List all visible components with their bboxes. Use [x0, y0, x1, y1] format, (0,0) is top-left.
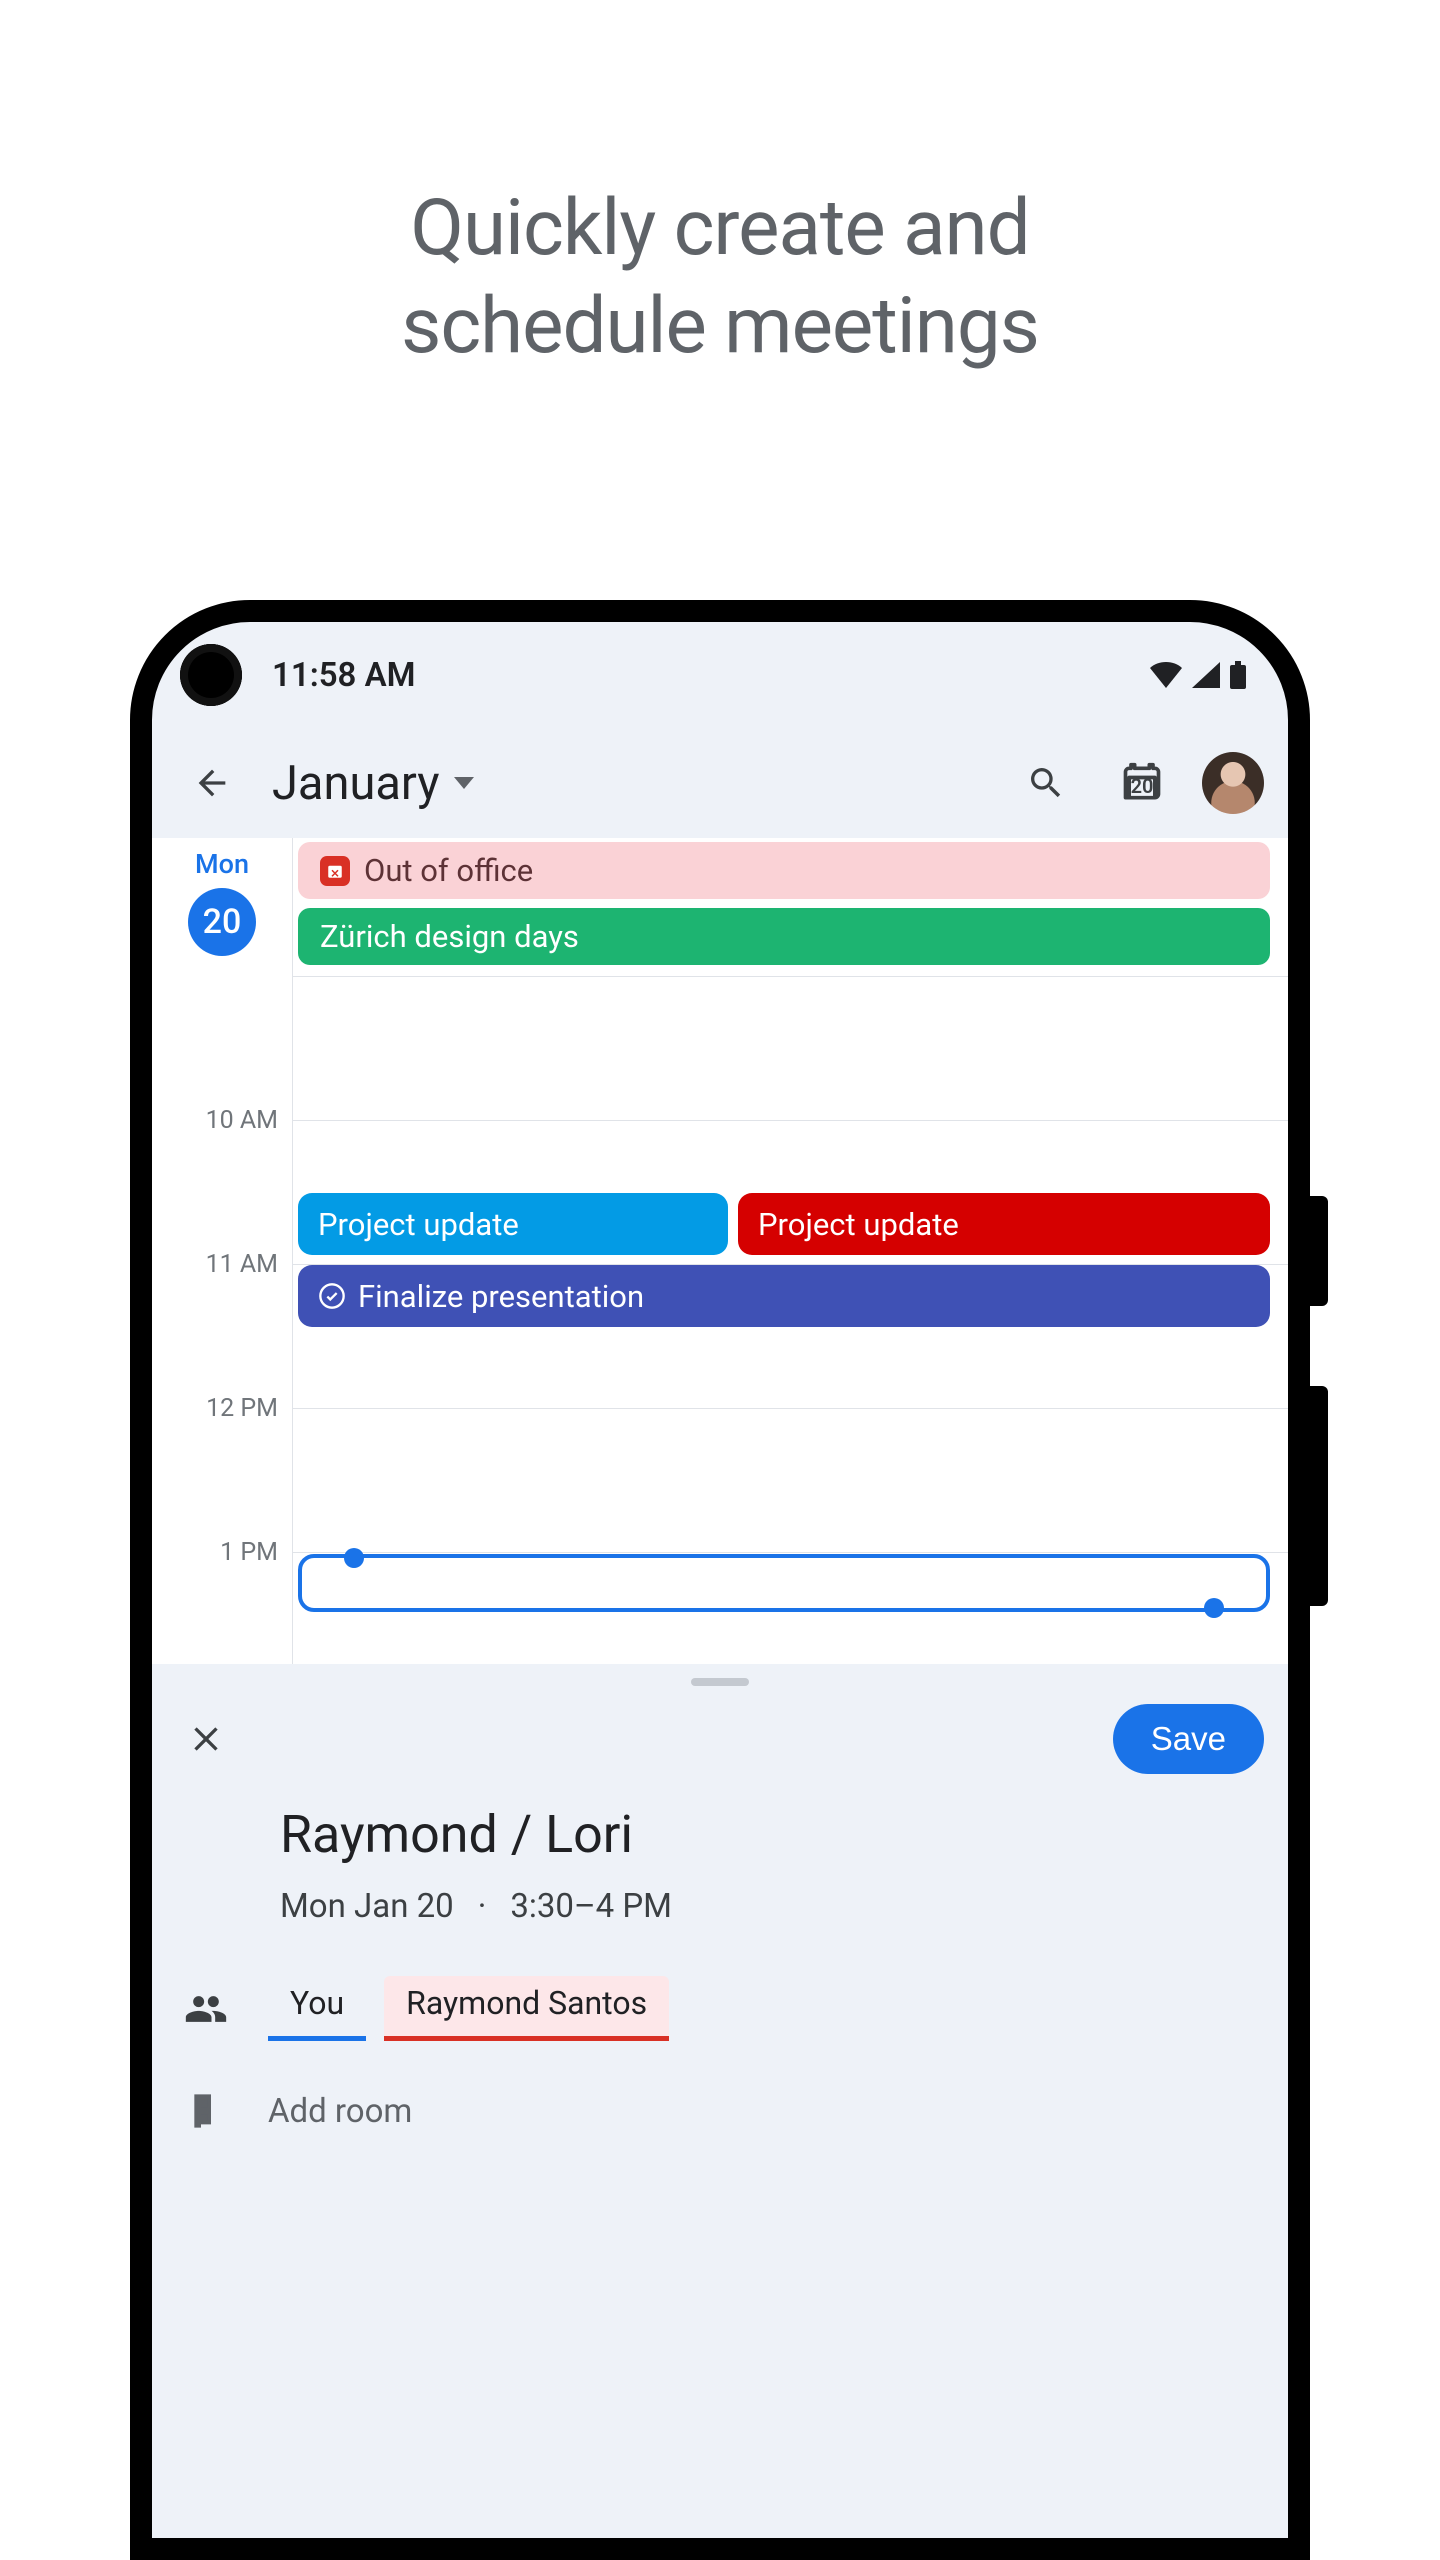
attendee-chip-you[interactable]: You: [268, 1976, 366, 2041]
month-picker[interactable]: January: [272, 756, 986, 811]
day-view[interactable]: Mon 20 10 AM 11 AM 12 PM 1 PM 2 PM Out o…: [152, 838, 1288, 1758]
cell-signal-icon: [1192, 662, 1220, 688]
room-icon: [186, 2091, 226, 2131]
save-label: Save: [1151, 1720, 1226, 1757]
new-event-slot[interactable]: [298, 1554, 1270, 1612]
task-check-icon: [318, 1282, 346, 1310]
account-avatar[interactable]: [1202, 752, 1264, 814]
search-icon: [1026, 763, 1066, 803]
status-time: 11:58 AM: [272, 656, 1150, 695]
close-icon: [186, 1719, 226, 1759]
chevron-down-icon: [454, 777, 474, 789]
headline-line-1: Quickly create and: [410, 183, 1029, 274]
search-button[interactable]: [1010, 747, 1082, 819]
headline-line-2: schedule meetings: [401, 281, 1039, 372]
front-camera: [180, 644, 242, 706]
event-datetime[interactable]: Mon Jan 20 · 3:30–4 PM: [280, 1887, 1256, 1926]
drag-handle-bottom[interactable]: [1204, 1598, 1224, 1618]
event-time: 3:30–4 PM: [510, 1887, 672, 1926]
today-button[interactable]: 20: [1106, 747, 1178, 819]
arrow-left-icon: [192, 763, 232, 803]
hour-label-11am: 11 AM: [206, 1250, 278, 1279]
battery-icon: [1230, 661, 1246, 689]
month-label: January: [272, 756, 440, 811]
attendee-chips: You Raymond Santos: [268, 1976, 669, 2041]
hour-label-1pm: 1 PM: [220, 1538, 278, 1567]
hour-label-12pm: 12 PM: [206, 1394, 278, 1423]
people-icon: [184, 1987, 228, 2031]
separator-dot: ·: [478, 1887, 487, 1926]
day-number[interactable]: 20: [188, 888, 256, 956]
marketing-headline: Quickly create and schedule meetings: [0, 0, 1440, 375]
event-finalize-presentation[interactable]: Finalize presentation: [298, 1265, 1270, 1327]
sheet-grab-handle[interactable]: [691, 1678, 749, 1686]
event-label: Finalize presentation: [358, 1278, 644, 1315]
add-room-button[interactable]: Add room: [268, 2092, 412, 2131]
event-date: Mon Jan 20: [280, 1887, 454, 1926]
event-label: Project update: [318, 1206, 519, 1243]
back-button[interactable]: [176, 747, 248, 819]
phone-frame: 11:58 AM January 20: [130, 600, 1310, 2560]
statusbar: 11:58 AM: [152, 622, 1288, 728]
event-create-sheet[interactable]: Save Raymond / Lori Mon Jan 20 · 3:30–4 …: [152, 1664, 1288, 2560]
appbar: January 20: [152, 728, 1288, 838]
event-project-update-2[interactable]: Project update: [738, 1193, 1270, 1255]
today-date: 20: [1120, 761, 1164, 805]
status-icons: [1150, 661, 1246, 689]
day-gutter: Mon 20 10 AM 11 AM 12 PM 1 PM 2 PM: [152, 838, 292, 1758]
save-button[interactable]: Save: [1113, 1704, 1264, 1774]
wifi-icon: [1150, 662, 1182, 688]
event-project-update-1[interactable]: Project update: [298, 1193, 728, 1255]
event-title-input[interactable]: Raymond / Lori: [280, 1804, 1256, 1865]
screen: 11:58 AM January 20: [152, 622, 1288, 2538]
close-button[interactable]: [176, 1709, 236, 1769]
attendee-chip-raymond[interactable]: Raymond Santos: [384, 1976, 669, 2041]
weekday-label: Mon: [152, 838, 292, 880]
drag-handle-top[interactable]: [344, 1548, 364, 1568]
event-label: Project update: [758, 1206, 959, 1243]
hour-label-10am: 10 AM: [206, 1106, 278, 1135]
